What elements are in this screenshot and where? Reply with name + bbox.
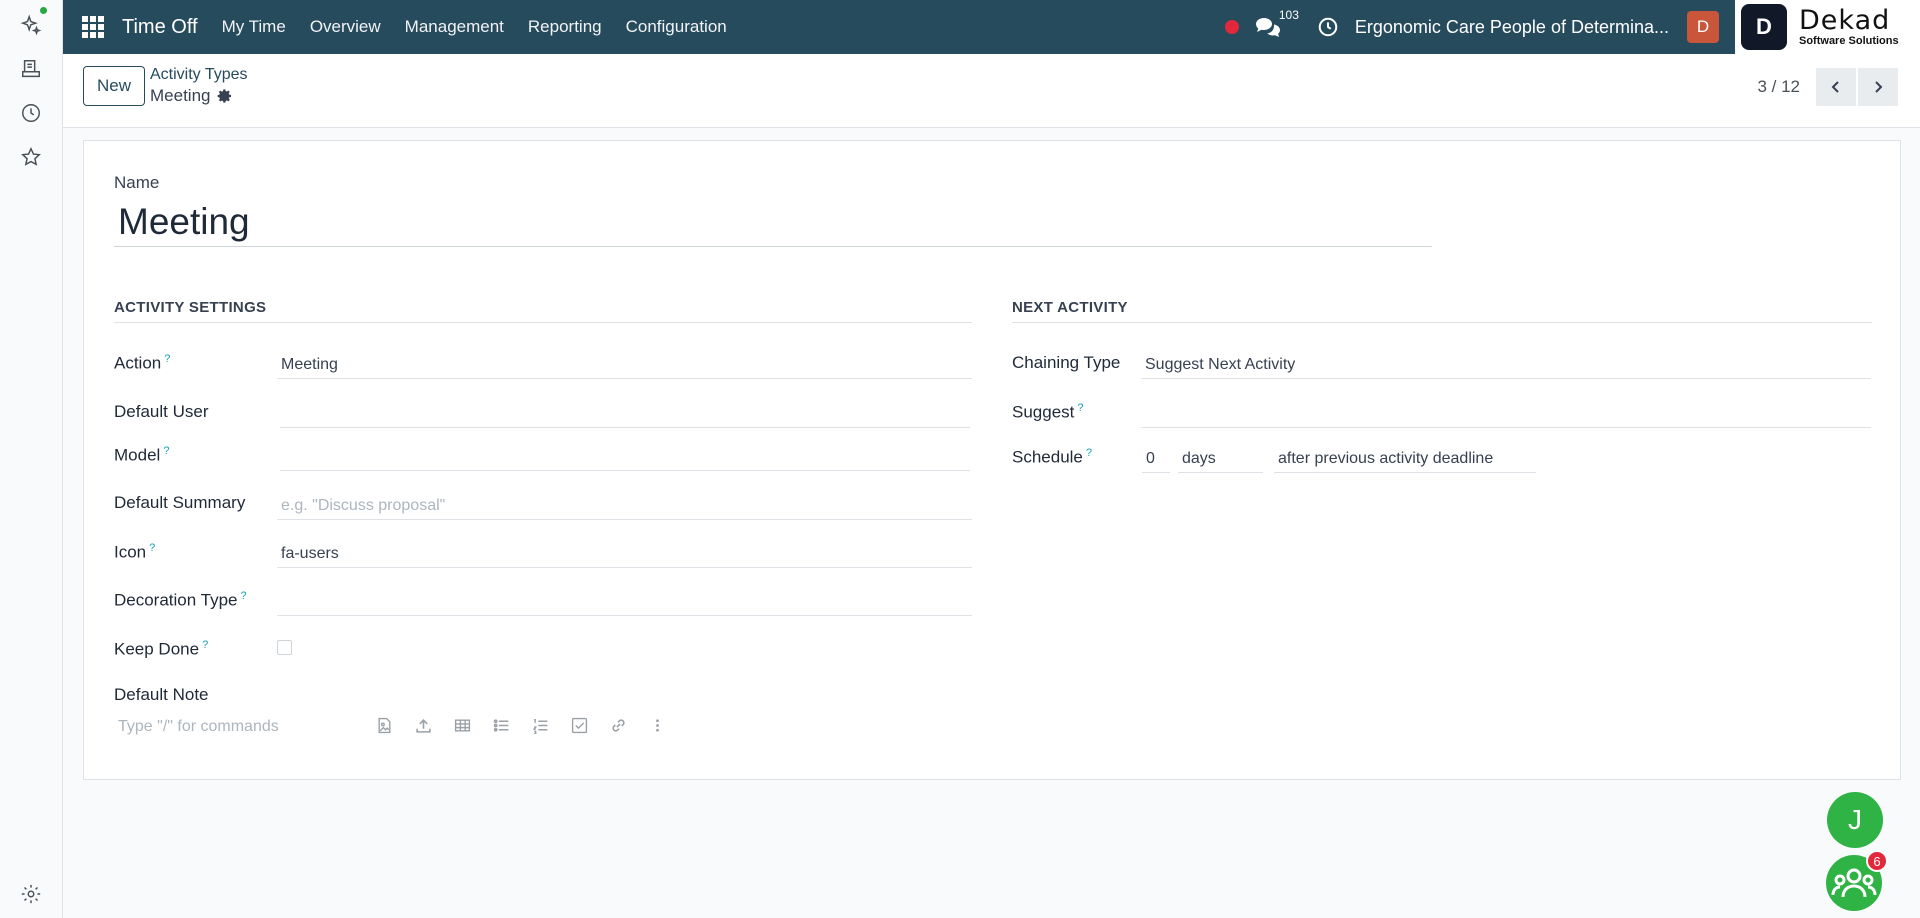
menu-my-time[interactable]: My Time	[222, 17, 286, 37]
pager-next-button[interactable]	[1858, 68, 1898, 106]
default-summary-input[interactable]: e.g. "Discuss proposal"	[277, 492, 972, 520]
ai-sparkle-icon[interactable]	[18, 12, 44, 38]
group-chat-badge: 6	[1866, 850, 1888, 872]
model-label: Model?	[114, 445, 170, 465]
image-icon[interactable]	[374, 715, 394, 735]
new-button[interactable]: New	[83, 66, 145, 106]
default-user-input[interactable]	[280, 400, 970, 428]
bullet-list-icon[interactable]	[491, 715, 511, 735]
help-icon[interactable]: ?	[163, 445, 169, 457]
chaining-type-label: Chaining Type	[1012, 353, 1121, 372]
message-count: 103	[1278, 8, 1299, 22]
star-icon[interactable]	[18, 144, 44, 170]
breadcrumb-current: Meeting	[150, 86, 211, 105]
schedule-relative-select[interactable]: after previous activity deadline	[1274, 445, 1536, 473]
action-select[interactable]: Meeting	[277, 351, 972, 379]
left-rail	[0, 0, 63, 918]
menu-configuration[interactable]: Configuration	[626, 17, 727, 37]
pager-previous-button[interactable]	[1816, 68, 1856, 106]
numbered-list-icon[interactable]	[530, 715, 550, 735]
help-icon[interactable]: ?	[1086, 447, 1092, 459]
pager: 3 / 12	[1757, 68, 1898, 106]
name-label: Name	[114, 173, 160, 192]
app-grid-icon[interactable]	[82, 16, 104, 38]
recording-dot-icon[interactable]	[1224, 20, 1239, 34]
schedule-amount-input[interactable]: 0	[1142, 445, 1170, 473]
schedule-label: Schedule?	[1012, 447, 1093, 467]
name-input[interactable]: Meeting	[114, 197, 1432, 247]
schedule-unit-select[interactable]: days	[1178, 445, 1263, 473]
note-editor-toolbar	[374, 715, 686, 735]
decoration-type-select[interactable]	[277, 588, 972, 616]
default-summary-label: Default Summary	[114, 493, 246, 512]
logo-mark: D	[1741, 4, 1787, 50]
chevron-left-icon	[1831, 81, 1839, 93]
chaining-type-select[interactable]: Suggest Next Activity	[1141, 351, 1871, 379]
keep-done-checkbox[interactable]	[277, 640, 292, 655]
messages-icon[interactable]: 103	[1255, 8, 1299, 38]
icon-label: Icon?	[114, 542, 156, 562]
chat-user-button[interactable]: J	[1827, 792, 1883, 848]
breadcrumb-parent[interactable]: Activity Types	[150, 66, 248, 84]
online-dot	[40, 7, 47, 14]
activity-settings-title: ACTIVITY SETTINGS	[114, 299, 972, 323]
help-icon[interactable]: ?	[240, 590, 246, 602]
table-icon[interactable]	[452, 715, 472, 735]
inbox-tray-icon[interactable]	[18, 56, 44, 82]
suggest-input[interactable]	[1141, 400, 1871, 428]
icon-input[interactable]: fa-users	[277, 540, 972, 568]
logo-name: Dekad	[1799, 5, 1891, 36]
activity-clock-icon[interactable]	[1317, 16, 1339, 38]
suggest-label: Suggest?	[1012, 402, 1084, 422]
user-avatar[interactable]: D	[1687, 11, 1719, 43]
app-name[interactable]: Time Off	[122, 16, 198, 39]
help-icon[interactable]: ?	[164, 353, 170, 365]
clock-icon[interactable]	[18, 100, 44, 126]
company-switcher[interactable]: Ergonomic Care People of Determina...	[1355, 17, 1669, 38]
control-panel: New Activity Types Meeting 3 / 12	[63, 54, 1920, 128]
top-navbar: Time Off My Time Overview Management Rep…	[63, 0, 1735, 54]
help-icon[interactable]: ?	[1077, 402, 1083, 414]
chevron-right-icon	[1875, 81, 1883, 93]
menu-reporting[interactable]: Reporting	[528, 17, 602, 37]
company-logo: D Dekad Software Solutions	[1735, 0, 1920, 54]
form-sheet: Name Meeting ACTIVITY SETTINGS Action? M…	[83, 140, 1901, 780]
pager-value[interactable]: 3 / 12	[1757, 77, 1800, 97]
default-note-editor[interactable]: Type "/" for commands	[114, 713, 314, 741]
link-icon[interactable]	[608, 715, 628, 735]
menu-overview[interactable]: Overview	[310, 17, 381, 37]
checklist-icon[interactable]	[569, 715, 589, 735]
help-icon[interactable]: ?	[202, 639, 208, 651]
help-icon[interactable]: ?	[149, 542, 155, 554]
gear-icon[interactable]	[18, 881, 44, 907]
default-user-label: Default User	[114, 402, 209, 421]
next-activity-title: NEXT ACTIVITY	[1012, 299, 1872, 323]
breadcrumb: Activity Types Meeting	[150, 66, 248, 106]
more-vertical-icon[interactable]	[647, 715, 667, 735]
menu-management[interactable]: Management	[405, 17, 504, 37]
record-actions-gear-icon[interactable]	[217, 88, 233, 104]
upload-icon[interactable]	[413, 715, 433, 735]
logo-tagline: Software Solutions	[1799, 35, 1899, 47]
decoration-type-label: Decoration Type?	[114, 590, 247, 610]
default-note-label: Default Note	[114, 685, 209, 704]
action-label: Action?	[114, 353, 171, 373]
keep-done-label: Keep Done?	[114, 639, 209, 659]
model-input[interactable]	[280, 443, 970, 471]
